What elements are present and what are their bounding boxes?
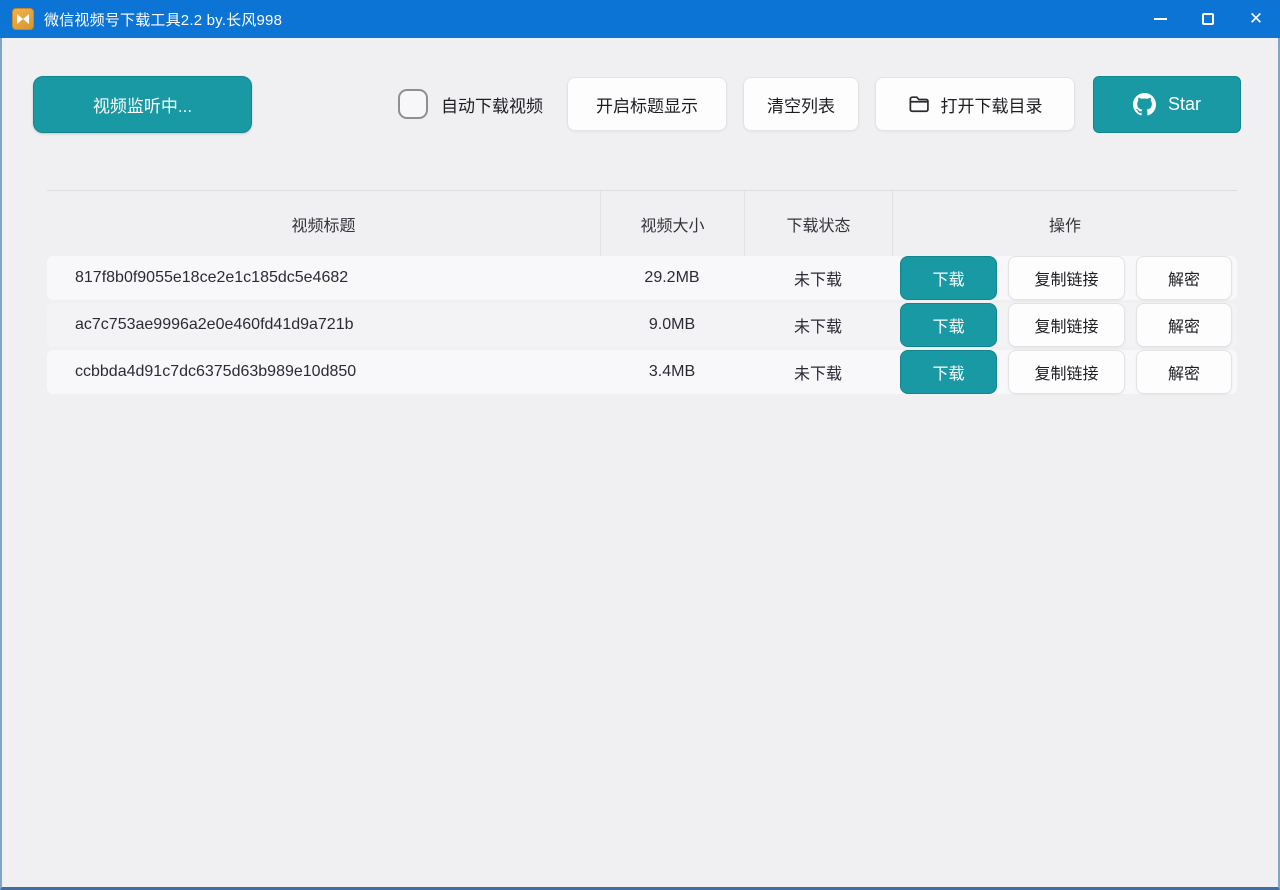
clear-list-button[interactable]: 清空列表 [743,77,859,131]
table-row: ccbbda4d91c7dc6375d63b989e10d850 3.4MB 未… [47,350,1237,394]
row-actions: 下载 复制链接 解密 [892,303,1237,347]
table-row: 817f8b0f9055e18ce2e1c185dc5e4682 29.2MB … [47,256,1237,300]
row-actions: 下载 复制链接 解密 [892,256,1237,300]
app-window: 微信视频号下载工具2.2 by.长风998 ✕ 视频监听中... 自动下载视频 … [0,0,1280,890]
download-status-cell: 未下载 [744,266,892,290]
download-button[interactable]: 下载 [900,256,997,300]
titlebar: 微信视频号下载工具2.2 by.长风998 ✕ [0,0,1280,38]
star-button-label: Star [1168,94,1201,115]
video-size-cell: 29.2MB [600,269,744,287]
folder-icon [908,94,930,114]
github-icon [1133,93,1156,116]
copy-link-button[interactable]: 复制链接 [1008,350,1125,394]
download-status-cell: 未下载 [744,360,892,384]
row-actions: 下载 复制链接 解密 [892,350,1237,394]
download-status-cell: 未下载 [744,313,892,337]
decrypt-button[interactable]: 解密 [1136,256,1232,300]
table-body: 817f8b0f9055e18ce2e1c185dc5e4682 29.2MB … [47,256,1237,394]
video-table: 视频标题 视频大小 下载状态 操作 817f8b0f9055e18ce2e1c1… [47,190,1237,394]
listen-button[interactable]: 视频监听中... [33,76,252,133]
table-row: ac7c753ae9996a2e0e460fd41d9a721b 9.0MB 未… [47,303,1237,347]
header-download-status: 下载状态 [744,191,892,256]
title-display-button[interactable]: 开启标题显示 [567,77,727,131]
close-button[interactable]: ✕ [1232,0,1280,38]
maximize-button[interactable] [1184,0,1232,38]
header-actions: 操作 [892,191,1237,256]
header-video-size: 视频大小 [600,191,744,256]
minimize-button[interactable] [1136,0,1184,38]
close-icon: ✕ [1249,11,1263,28]
decrypt-button[interactable]: 解密 [1136,303,1232,347]
video-size-cell: 9.0MB [600,316,744,334]
maximize-icon [1202,13,1214,25]
toolbar: 视频监听中... 自动下载视频 开启标题显示 清空列表 打开下载目录 Star [2,75,1278,133]
copy-link-button[interactable]: 复制链接 [1008,256,1125,300]
video-title-cell: 817f8b0f9055e18ce2e1c185dc5e4682 [47,269,600,287]
video-title-cell: ccbbda4d91c7dc6375d63b989e10d850 [47,363,600,381]
copy-link-button[interactable]: 复制链接 [1008,303,1125,347]
download-button[interactable]: 下载 [900,303,997,347]
auto-download-label: 自动下载视频 [441,92,543,117]
video-size-cell: 3.4MB [600,363,744,381]
header-video-title: 视频标题 [47,191,600,256]
window-controls: ✕ [1136,0,1280,38]
auto-download-group: 自动下载视频 [398,89,543,119]
download-button[interactable]: 下载 [900,350,997,394]
auto-download-checkbox[interactable] [398,89,428,119]
app-icon [12,8,34,30]
open-download-dir-label: 打开下载目录 [941,92,1043,117]
decrypt-button[interactable]: 解密 [1136,350,1232,394]
window-title: 微信视频号下载工具2.2 by.长风998 [44,9,282,30]
video-title-cell: ac7c753ae9996a2e0e460fd41d9a721b [47,316,600,334]
star-button[interactable]: Star [1093,76,1241,133]
open-download-dir-button[interactable]: 打开下载目录 [875,77,1075,131]
titlebar-left: 微信视频号下载工具2.2 by.长风998 [0,8,282,30]
minimize-icon [1154,18,1167,20]
table-header-row: 视频标题 视频大小 下载状态 操作 [47,190,1237,256]
